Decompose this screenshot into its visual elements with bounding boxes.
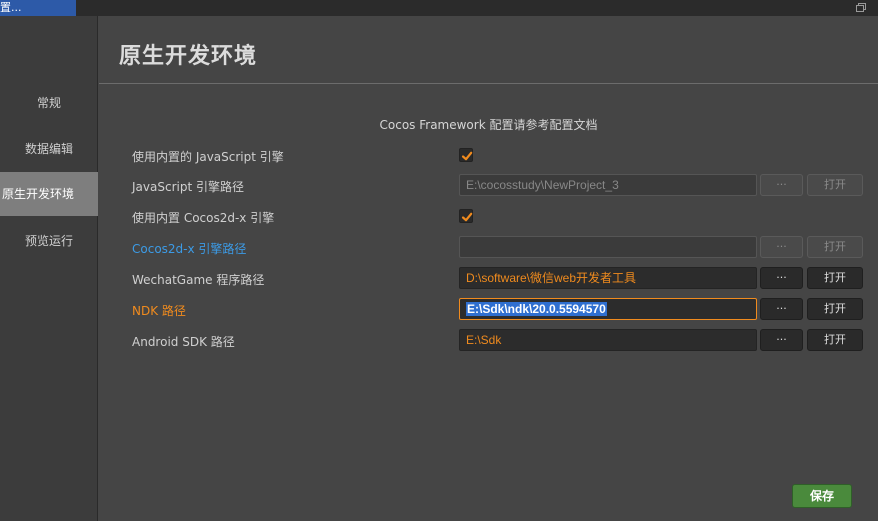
builtin-js-checkbox[interactable] — [459, 148, 473, 162]
ndk-path-selected-text: E:\Sdk\ndk\20.0.5594570 — [466, 302, 607, 316]
wechatgame-path-input[interactable]: D:\software\微信web开发者工具 — [459, 267, 757, 289]
android-sdk-path-input[interactable]: E:\Sdk — [459, 329, 757, 351]
js-path-browse-button[interactable]: ··· — [760, 174, 803, 196]
android-sdk-path-browse-button[interactable]: ··· — [760, 329, 803, 351]
window-tab[interactable]: 置... — [0, 0, 76, 16]
framework-config-note: Cocos Framework 配置请参考配置文档 — [379, 118, 598, 132]
cocos2dx-path-browse-button[interactable]: ··· — [760, 236, 803, 258]
cocos2dx-path-label: Cocos2d-x 引擎路径 — [132, 242, 247, 256]
builtin-cocos2dx-checkbox[interactable] — [459, 209, 473, 223]
cocos2dx-path-input[interactable] — [459, 236, 757, 258]
title-bar: 置... — [0, 0, 878, 16]
page-header: 原生开发环境 — [99, 16, 878, 84]
android-sdk-path-label: Android SDK 路径 — [132, 335, 235, 349]
js-path-open-button[interactable]: 打开 — [807, 174, 863, 196]
builtin-js-label: 使用内置的 JavaScript 引擎 — [132, 150, 284, 164]
settings-row-builtin-js: 使用内置的 JavaScript 引擎 — [99, 144, 878, 168]
settings-row-wechatgame-path: WechatGame 程序路径 D:\software\微信web开发者工具 ·… — [99, 267, 878, 291]
cocos2dx-path-open-button[interactable]: 打开 — [807, 236, 863, 258]
checkmark-icon — [461, 212, 473, 222]
wechatgame-path-label: WechatGame 程序路径 — [132, 273, 265, 287]
ndk-path-label: NDK 路径 — [132, 304, 186, 318]
wechatgame-path-open-button[interactable]: 打开 — [807, 267, 863, 289]
sidebar-item-native-env[interactable]: 原生开发环境 — [0, 172, 98, 216]
save-button[interactable]: 保存 — [792, 484, 852, 508]
settings-row-android-sdk-path: Android SDK 路径 E:\Sdk ··· 打开 — [99, 329, 878, 353]
ndk-path-input[interactable]: E:\Sdk\ndk\20.0.5594570 — [459, 298, 757, 320]
android-sdk-path-open-button[interactable]: 打开 — [807, 329, 863, 351]
page-title: 原生开发环境 — [119, 44, 258, 69]
sidebar-item-preview-run[interactable]: 预览运行 — [0, 219, 98, 263]
settings-row-builtin-cocos2dx: 使用内置 Cocos2d-x 引擎 — [99, 205, 878, 229]
wechatgame-path-browse-button[interactable]: ··· — [760, 267, 803, 289]
ndk-path-open-button[interactable]: 打开 — [807, 298, 863, 320]
builtin-cocos2dx-label: 使用内置 Cocos2d-x 引擎 — [132, 211, 275, 225]
settings-sidebar: 常规 数据编辑 原生开发环境 预览运行 — [0, 16, 98, 521]
settings-row-cocos2dx-path: Cocos2d-x 引擎路径 ··· 打开 — [99, 236, 878, 260]
settings-row-ndk-path: NDK 路径 E:\Sdk\ndk\20.0.5594570 ··· 打开 — [99, 298, 878, 322]
ndk-path-browse-button[interactable]: ··· — [760, 298, 803, 320]
restore-window-icon[interactable] — [856, 3, 866, 12]
js-path-label: JavaScript 引擎路径 — [132, 180, 244, 194]
sidebar-item-general[interactable]: 常规 — [0, 81, 98, 125]
js-path-input[interactable]: E:\cocosstudy\NewProject_3 — [459, 174, 757, 196]
sidebar-item-data-editing[interactable]: 数据编辑 — [0, 127, 98, 171]
settings-row-js-path: JavaScript 引擎路径 E:\cocosstudy\NewProject… — [99, 174, 878, 198]
settings-main-panel: 原生开发环境 Cocos Framework 配置请参考配置文档 使用内置的 J… — [99, 16, 878, 521]
checkmark-icon — [461, 151, 473, 161]
